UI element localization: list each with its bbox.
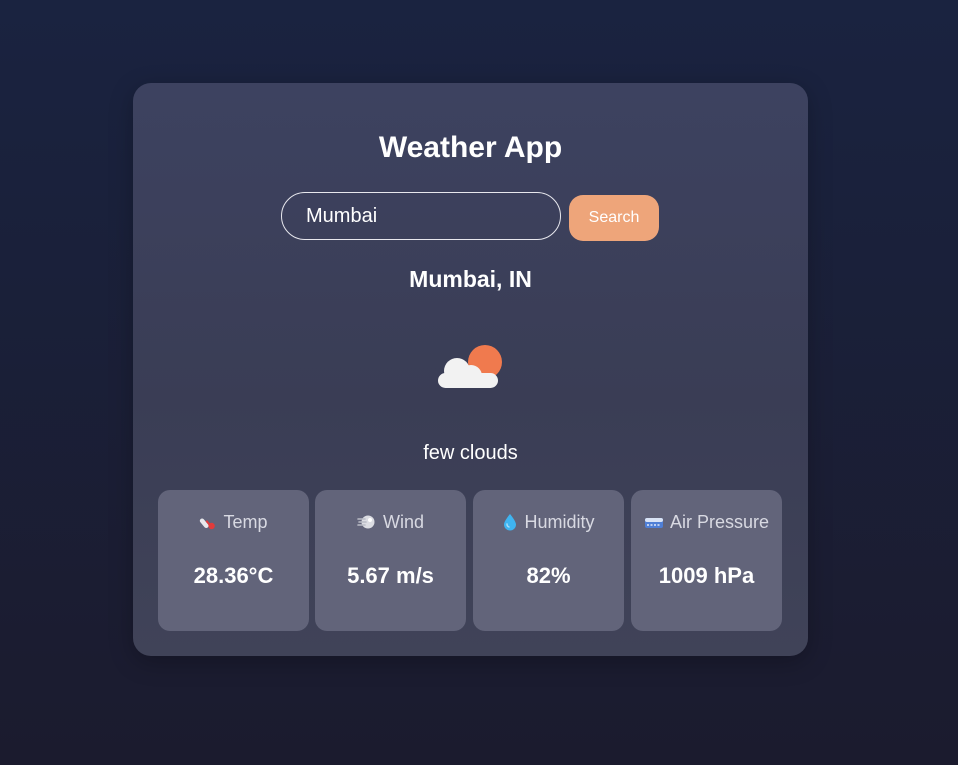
location-name: Mumbai, IN <box>409 266 532 292</box>
few-clouds-icon <box>438 345 502 388</box>
weather-card: Weather App Search Mumbai, IN few clouds… <box>133 83 808 656</box>
stat-card-wind: Wind 5.67 m/s <box>315 490 466 631</box>
stat-card-pressure: Air Pressure 1009 hPa <box>631 490 782 631</box>
stat-label-pressure: Air Pressure <box>669 512 770 532</box>
weather-description: few clouds <box>423 442 518 464</box>
search-button[interactable]: Search <box>569 195 659 241</box>
stat-label-temp: Temp <box>223 512 268 532</box>
stat-label-wind: Wind <box>382 512 424 532</box>
wind-icon <box>357 515 375 529</box>
pressure-gauge-icon <box>644 518 663 528</box>
city-search-input[interactable] <box>281 192 561 240</box>
stat-value-wind: 5.67 m/s <box>347 563 434 588</box>
stat-value-temp: 28.36°C <box>193 563 274 588</box>
stat-value-pressure: 1009 hPa <box>658 563 755 588</box>
stat-card-humidity: Humidity 82% <box>473 490 624 631</box>
app-title: Weather App <box>378 131 563 164</box>
stat-value-humidity: 82% <box>526 563 571 588</box>
droplet-icon <box>504 514 517 531</box>
thermometer-icon <box>200 518 216 530</box>
stat-label-humidity: Humidity <box>524 512 595 532</box>
stat-card-temp: Temp 28.36°C <box>158 490 309 631</box>
